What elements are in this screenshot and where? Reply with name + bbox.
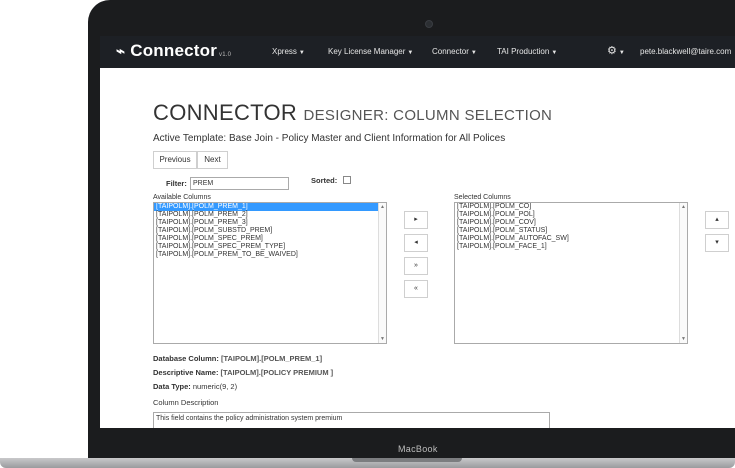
brand-name: Connector (130, 41, 218, 60)
list-item[interactable]: [TAIPOLM].[POLM_SUBSTD_PREM] (154, 227, 386, 235)
chevron-right-icon: ▸ (414, 216, 418, 223)
filter-input[interactable]: PREM (190, 177, 289, 190)
move-right-button[interactable]: ▸ (404, 211, 428, 229)
nav-xpress[interactable]: Xpress ▼ (272, 47, 305, 56)
database-column-row: Database Column: [TAIPOLM].[POLM_PREM_1] (153, 354, 322, 363)
nav-key-license-manager[interactable]: Key License Manager ▼ (328, 47, 413, 56)
list-item[interactable]: [TAIPOLM].[POLM_AUTOFAC_SW] (455, 235, 687, 243)
list-item[interactable]: [TAIPOLM].[POLM_CO] (455, 203, 687, 211)
scroll-up-icon[interactable]: ▲ (681, 204, 686, 210)
available-columns-list[interactable]: [TAIPOLM].[POLM_PREM_1] [TAIPOLM].[POLM_P… (153, 202, 387, 344)
user-menu[interactable]: pete.blackwell@taire.com (640, 47, 731, 56)
scroll-up-icon[interactable]: ▲ (380, 204, 385, 210)
device-label: MacBook (398, 444, 438, 454)
descriptive-name-row: Descriptive Name: [TAIPOLM].[POLICY PREM… (153, 368, 333, 377)
selected-columns-label: Selected Columns (454, 194, 511, 201)
list-item[interactable]: [TAIPOLM].[POLM_PREM_TO_BE_WAIVED] (154, 251, 386, 259)
data-type-label: Data Type: (153, 382, 191, 391)
camera-dot (425, 20, 433, 28)
move-down-button[interactable]: ▾ (705, 234, 729, 252)
list-item[interactable]: [TAIPOLM].[POLM_PREM_3] (154, 219, 386, 227)
list-item[interactable]: [TAIPOLM].[POLM_FACE_1] (455, 243, 687, 251)
next-button[interactable]: Next (197, 151, 228, 169)
move-all-right-button[interactable]: » (404, 257, 428, 275)
list-item[interactable]: [TAIPOLM].[POLM_PREM_2] (154, 211, 386, 219)
double-chevron-left-icon: « (414, 285, 418, 292)
settings-gear[interactable]: ⚙ ▼ (607, 44, 625, 57)
data-type-row: Data Type: numeric(9, 2) (153, 382, 237, 391)
page-title: CONNECTOR DESIGNER: COLUMN SELECTION (153, 100, 552, 126)
database-column-value: [TAIPOLM].[POLM_PREM_1] (220, 354, 323, 363)
list-item[interactable]: [TAIPOLM].[POLM_PREM_1] (154, 203, 386, 211)
data-type-value: numeric(9, 2) (192, 382, 238, 391)
laptop-notch (352, 458, 462, 462)
page-title-main: CONNECTOR (153, 100, 298, 125)
list-item[interactable]: [TAIPOLM].[POLM_COV] (455, 219, 687, 227)
previous-button[interactable]: Previous (153, 151, 197, 169)
sorted-label: Sorted: (311, 176, 338, 185)
chevron-down-icon: ▼ (298, 50, 305, 56)
chevron-up-icon: ▴ (715, 216, 719, 223)
main-content: CONNECTOR DESIGNER: COLUMN SELECTION Act… (153, 68, 733, 428)
scrollbar[interactable]: ▲ ▼ (378, 203, 386, 343)
scroll-down-icon[interactable]: ▼ (681, 336, 686, 342)
column-description-textarea[interactable]: This field contains the policy administr… (153, 412, 550, 428)
brand[interactable]: ⌁ Connector v1.0 (116, 41, 231, 61)
nav-connector[interactable]: Connector ▼ (432, 47, 477, 56)
app-screen: ⌁ Connector v1.0 Xpress ▼ Key License Manag… (100, 36, 735, 428)
nav-connector-label: Connector (432, 47, 469, 56)
gear-icon: ⚙ (607, 45, 617, 57)
available-columns-label: Available Columns (153, 194, 211, 201)
list-item[interactable]: [TAIPOLM].[POLM_SPEC_PREM] (154, 235, 386, 243)
filter-label: Filter: (166, 179, 187, 188)
descriptive-name-label: Descriptive Name: (153, 368, 219, 377)
chevron-left-icon: ◂ (414, 239, 418, 246)
move-up-button[interactable]: ▴ (705, 211, 729, 229)
active-template-label: Active Template: (153, 133, 227, 144)
nav-tai-production-label: TAI Production (497, 47, 550, 56)
brand-version: v1.0 (219, 52, 232, 58)
list-item[interactable]: [TAIPOLM].[POLM_SPEC_PREM_TYPE] (154, 243, 386, 251)
list-item[interactable]: [TAIPOLM].[POLM_STATUS] (455, 227, 687, 235)
link-logo-icon: ⌁ (116, 43, 126, 60)
top-navbar: ⌁ Connector v1.0 Xpress ▼ Key License Manag… (100, 36, 735, 68)
nav-xpress-label: Xpress (272, 47, 297, 56)
list-item[interactable]: [TAIPOLM].[POLM_POL] (455, 211, 687, 219)
sorted-checkbox[interactable] (343, 176, 351, 184)
chevron-down-icon: ▼ (618, 50, 625, 56)
nav-tai-production[interactable]: TAI Production ▼ (497, 47, 557, 56)
nav-klm-label: Key License Manager (328, 47, 406, 56)
chevron-down-icon: ▾ (715, 239, 719, 246)
chevron-down-icon: ▼ (470, 50, 477, 56)
move-left-button[interactable]: ◂ (404, 234, 428, 252)
chevron-down-icon: ▼ (551, 50, 558, 56)
active-template-value: Base Join - Policy Master and Client Inf… (228, 133, 506, 144)
scrollbar[interactable]: ▲ ▼ (679, 203, 687, 343)
active-template: Active Template: Base Join - Policy Mast… (153, 133, 505, 144)
double-chevron-right-icon: » (414, 262, 418, 269)
column-description-label: Column Description (153, 398, 219, 407)
chevron-down-icon: ▼ (407, 50, 414, 56)
selected-columns-list[interactable]: [TAIPOLM].[POLM_CO] [TAIPOLM].[POLM_POL][… (454, 202, 688, 344)
page-subtitle: DESIGNER: COLUMN SELECTION (303, 107, 553, 124)
database-column-label: Database Column: (153, 354, 219, 363)
move-all-left-button[interactable]: « (404, 280, 428, 298)
descriptive-name-value: [TAIPOLM].[POLICY PREMIUM ] (220, 368, 334, 377)
scroll-down-icon[interactable]: ▼ (380, 336, 385, 342)
